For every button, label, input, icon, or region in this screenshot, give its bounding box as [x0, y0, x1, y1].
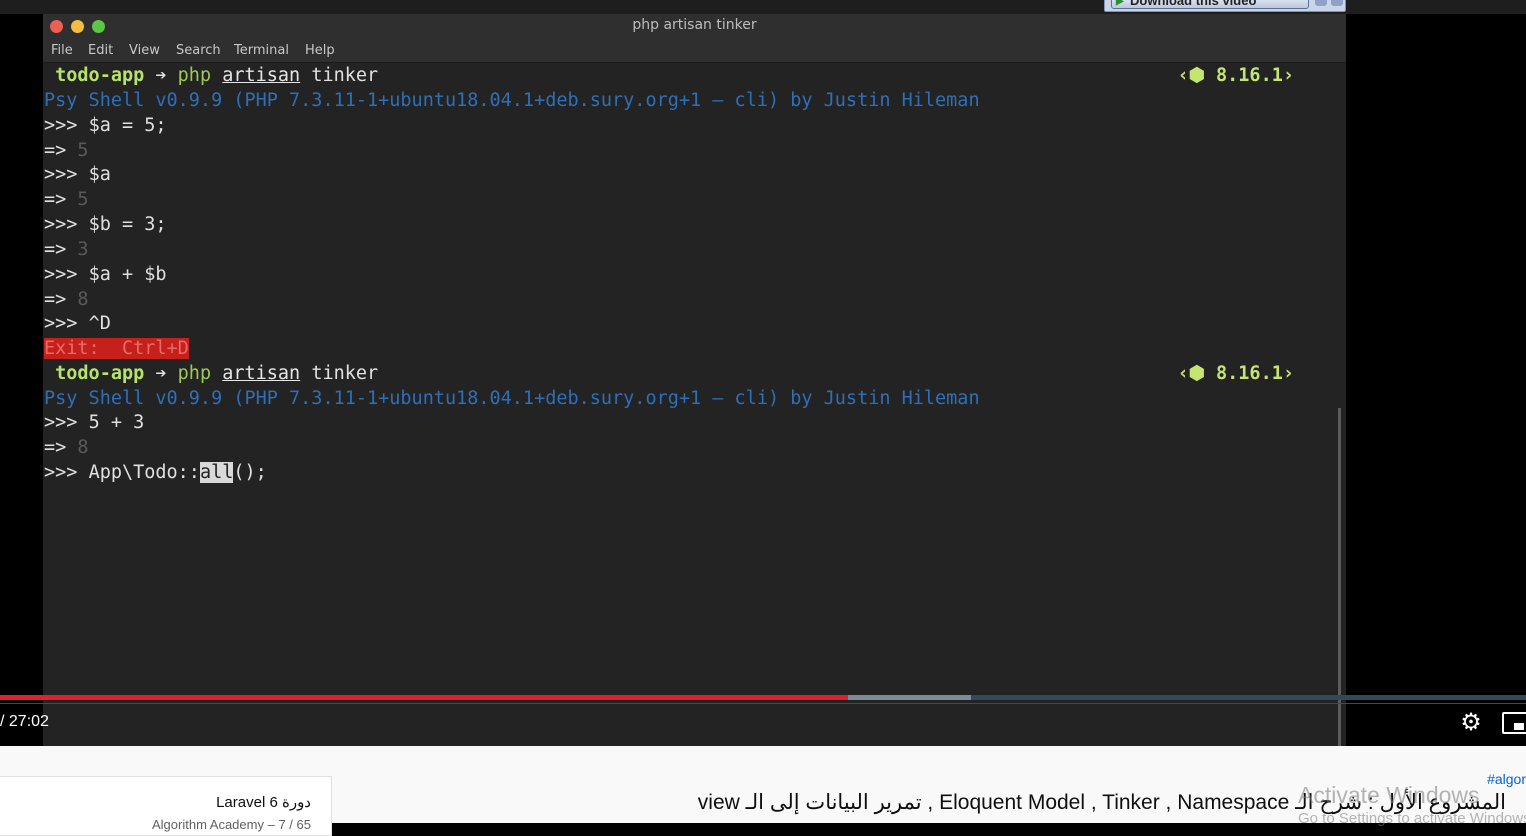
banner-close-icon[interactable]: [1331, 0, 1343, 6]
repl-current-input-line[interactable]: >>> App\Todo::all();: [44, 461, 267, 485]
terminal-menubar: File Edit View Search Terminal Help: [43, 38, 1346, 63]
gear-icon[interactable]: ⚙: [1458, 710, 1484, 736]
command-php: php: [177, 363, 212, 384]
download-banner: ▶ Download this video: [1104, 0, 1346, 12]
node-version-badge: ‹⬢ 8.16.1›: [1177, 363, 1294, 384]
prompt-arrow-icon: ➔: [155, 65, 167, 86]
prompt-arrow-icon: ➔: [155, 363, 167, 384]
activate-windows-hint: Go to Settings to activate Windows.: [1298, 810, 1526, 827]
repl-input: $a: [88, 164, 111, 185]
repl-input-line: >>> $b = 3;: [44, 213, 167, 237]
command-artisan: artisan: [222, 363, 301, 384]
menu-edit[interactable]: Edit: [88, 43, 113, 58]
repl-input-after-selection: ();: [233, 462, 267, 483]
psy-shell-banner: Psy Shell v0.9.9 (PHP 7.3.11-1+ubuntu18.…: [44, 90, 980, 111]
prompt-directory: todo-app: [55, 65, 145, 86]
repl-input-line: >>> ^D: [44, 312, 111, 336]
repl-input-line: >>> $a: [44, 163, 111, 187]
hashtag-link[interactable]: #algor: [1487, 771, 1526, 787]
repl-result-marker: =>: [44, 289, 78, 310]
repl-result-marker: =>: [44, 239, 78, 260]
shell-prompt-line: todo-app ➔ php artisan tinker: [44, 362, 378, 386]
repl-input: $b = 3;: [88, 214, 167, 235]
repl-input: $a = 5;: [88, 115, 167, 136]
command-php: php: [177, 65, 212, 86]
activate-windows-watermark: Activate Windows: [1298, 782, 1480, 808]
playlist-title[interactable]: دورة Laravel 6: [216, 793, 311, 811]
shell-prompt-line: todo-app ➔ php artisan tinker: [44, 64, 378, 88]
selected-text[interactable]: all: [199, 462, 234, 483]
repl-prompt: >>>: [44, 214, 89, 235]
repl-input: 5 + 3: [88, 412, 145, 433]
repl-result-marker: =>: [44, 437, 78, 458]
repl-prompt: >>>: [44, 264, 89, 285]
repl-result: 8: [77, 289, 89, 310]
menu-search[interactable]: Search: [176, 43, 221, 58]
repl-output-line: => 8: [44, 288, 89, 312]
repl-result-marker: =>: [44, 140, 78, 161]
play-icon: ▶: [1116, 0, 1124, 7]
command-artisan: artisan: [222, 65, 301, 86]
repl-prompt: >>>: [44, 412, 89, 433]
exit-hint-line: Exit: Ctrl+D: [44, 337, 189, 361]
repl-prompt: >>>: [44, 462, 89, 483]
download-video-button[interactable]: ▶ Download this video: [1111, 0, 1309, 9]
miniplayer-icon[interactable]: [1502, 712, 1526, 734]
download-label: Download this video: [1130, 0, 1257, 8]
repl-result: 5: [77, 140, 89, 161]
menu-view[interactable]: View: [129, 43, 160, 58]
menu-file[interactable]: File: [51, 43, 73, 58]
video-player[interactable]: ▶ Download this video php artisan tinker…: [0, 0, 1526, 746]
repl-input-line: >>> 5 + 3: [44, 411, 144, 435]
repl-output-line: => 8: [44, 436, 89, 460]
repl-prompt: >>>: [44, 115, 89, 136]
menu-terminal[interactable]: Terminal: [234, 43, 289, 58]
menu-help[interactable]: Help: [305, 43, 335, 58]
prompt-directory: todo-app: [55, 363, 145, 384]
terminal-output[interactable]: todo-app ➔ php artisan tinker ‹⬢ 8.16.1›…: [43, 63, 1346, 746]
progress-divider: [0, 703, 1526, 704]
playlist-subtitle: 65 / 7 – Algorithm Academy: [151, 817, 311, 832]
repl-prompt: >>>: [44, 313, 89, 334]
repl-input-line: >>> $a + $b: [44, 263, 167, 287]
repl-output-line: => 5: [44, 139, 89, 163]
banner-options-icon[interactable]: [1315, 0, 1327, 6]
repl-result-marker: =>: [44, 189, 78, 210]
playlist-panel[interactable]: دورة Laravel 6 65 / 7 – Algorithm Academ…: [0, 776, 332, 836]
time-display: / 27:02: [0, 713, 49, 730]
repl-result: 3: [77, 239, 89, 260]
command-tinker: tinker: [311, 363, 379, 384]
page-below-video: دورة Laravel 6 65 / 7 – Algorithm Academ…: [0, 746, 1526, 836]
node-version-badge: ‹⬢ 8.16.1›: [1177, 65, 1294, 86]
repl-prompt: >>>: [44, 164, 89, 185]
progress-bar[interactable]: [0, 695, 1526, 700]
terminal-window: php artisan tinker File Edit View Search…: [43, 14, 1346, 746]
repl-input: $a + $b: [88, 264, 167, 285]
progress-played: [0, 695, 849, 700]
window-title: php artisan tinker: [632, 17, 757, 33]
repl-result: 8: [77, 437, 89, 458]
repl-input-before-selection: App\Todo::: [88, 462, 200, 483]
command-tinker: tinker: [311, 65, 379, 86]
repl-input: ^D: [88, 313, 111, 334]
terminal-titlebar: php artisan tinker: [43, 14, 1346, 38]
repl-result: 5: [77, 189, 89, 210]
exit-hint: Exit: Ctrl+D: [44, 338, 189, 359]
repl-output-line: => 5: [44, 188, 89, 212]
repl-output-line: => 3: [44, 238, 89, 262]
repl-input-line: >>> $a = 5;: [44, 114, 167, 138]
psy-shell-banner: Psy Shell v0.9.9 (PHP 7.3.11-1+ubuntu18.…: [44, 388, 980, 409]
